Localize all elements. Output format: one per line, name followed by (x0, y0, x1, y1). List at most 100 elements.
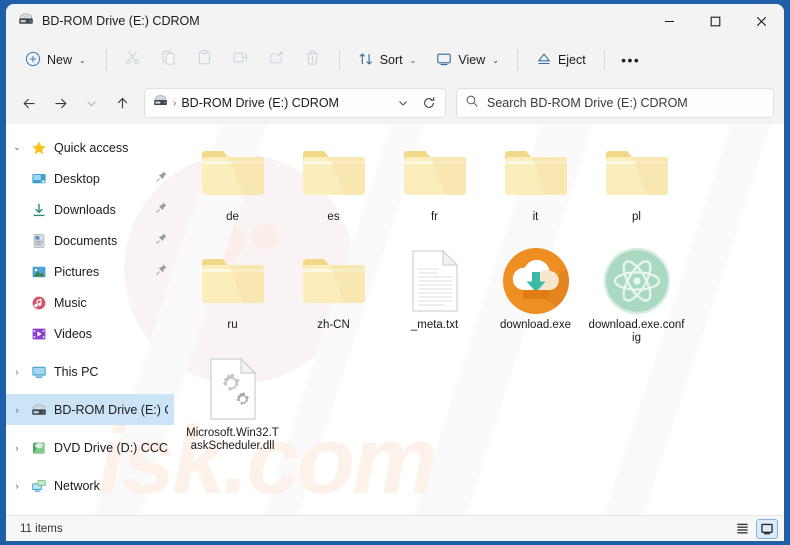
copy-button[interactable] (152, 45, 186, 75)
sidebar-item-music[interactable]: Music (6, 287, 174, 318)
folder-icon (399, 140, 471, 206)
sidebar-item-desktop[interactable]: Desktop (6, 163, 174, 194)
pin-icon[interactable] (155, 232, 168, 250)
chevron-down-icon: ⌄ (492, 55, 499, 65)
chevron-right-icon[interactable]: › (6, 481, 28, 491)
command-bar: New ⌄ Sort ⌄ View ⌄ Eject ••• (6, 38, 784, 82)
file-name: es (327, 211, 340, 223)
back-button[interactable] (14, 89, 44, 117)
file-item[interactable]: ru (182, 242, 283, 350)
music-icon (28, 295, 50, 311)
sidebar-item-label: BD-ROM Drive (E:) CDROM (54, 402, 168, 417)
paste-button[interactable] (188, 45, 222, 75)
details-view-toggle[interactable] (731, 519, 753, 539)
sidebar-item-dvd-drive[interactable]: › DVD Drive (D:) CCCOMA_X64FRE (6, 432, 174, 463)
clipboard-icon (196, 49, 213, 71)
sidebar-item-downloads[interactable]: Downloads (6, 194, 174, 225)
pictures-icon (28, 264, 50, 280)
address-bar-actions (391, 91, 441, 115)
optical-disc-icon (18, 11, 34, 32)
large-icons-view-toggle[interactable] (756, 518, 778, 539)
star-icon (28, 140, 50, 156)
documents-icon (28, 233, 50, 249)
file-item[interactable]: download.exe (485, 242, 586, 350)
folder-icon (197, 248, 269, 314)
breadcrumb-current[interactable]: BD-ROM Drive (E:) CDROM (181, 96, 339, 110)
minimize-button[interactable] (646, 4, 692, 38)
sidebar-item-this-pc[interactable]: › This PC (6, 356, 174, 387)
pin-icon[interactable] (155, 263, 168, 281)
chevron-down-icon[interactable]: ⌄ (6, 142, 28, 153)
more-options-button[interactable]: ••• (614, 45, 648, 75)
text-file-icon (399, 248, 471, 314)
window-controls (646, 4, 784, 38)
breadcrumb-separator: › (173, 97, 177, 109)
chevron-down-icon: ⌄ (409, 55, 417, 65)
refresh-button[interactable] (417, 91, 441, 115)
recent-locations-button[interactable] (76, 89, 106, 117)
address-bar[interactable]: › BD-ROM Drive (E:) CDROM (144, 88, 446, 118)
close-button[interactable] (738, 4, 784, 38)
scissors-icon (124, 49, 141, 71)
file-list-view[interactable]: de es fr it pl ru zh-CN _meta.txt downlo… (174, 124, 784, 515)
pin-icon[interactable] (155, 201, 168, 219)
search-box[interactable]: Search BD-ROM Drive (E:) CDROM (456, 88, 774, 118)
file-item[interactable]: fr (384, 134, 485, 242)
file-item[interactable]: es (283, 134, 384, 242)
file-item[interactable]: zh-CN (283, 242, 384, 350)
file-name: download.exe.config (588, 319, 685, 344)
sidebar-item-label: DVD Drive (D:) CCCOMA_X64FRE (54, 440, 168, 455)
file-item[interactable]: download.exe.config (586, 242, 687, 350)
search-icon (465, 94, 479, 113)
forward-button[interactable] (45, 89, 75, 117)
file-name: ru (227, 319, 238, 331)
eject-button[interactable]: Eject (527, 45, 595, 75)
copy-icon (160, 49, 177, 71)
maximize-button[interactable] (692, 4, 738, 38)
file-item[interactable]: _meta.txt (384, 242, 485, 350)
folder-icon (601, 140, 673, 206)
sidebar-item-label: Videos (54, 326, 92, 341)
atom-config-icon (601, 247, 673, 315)
sidebar-item-label: Documents (54, 233, 118, 248)
search-input[interactable]: Search BD-ROM Drive (E:) CDROM (487, 96, 688, 110)
up-button[interactable] (107, 89, 137, 117)
sidebar-item-label: Music (54, 295, 87, 310)
sort-button-label: Sort (379, 53, 403, 67)
this-pc-icon (28, 364, 50, 380)
sidebar-item-quick-access[interactable]: ⌄ Quick access (6, 132, 174, 163)
file-item[interactable]: Microsoft.Win32.TaskScheduler.dll (182, 350, 283, 458)
sort-arrows-icon (358, 51, 374, 70)
file-item[interactable]: it (485, 134, 586, 242)
sidebar-item-documents[interactable]: Documents (6, 225, 174, 256)
new-button[interactable]: New ⌄ (16, 45, 95, 75)
folder-icon (197, 140, 269, 206)
title-bar-left: BD-ROM Drive (E:) CDROM (6, 11, 200, 32)
folder-icon (298, 140, 370, 206)
share-button[interactable] (260, 45, 294, 75)
sort-button[interactable]: Sort ⌄ (349, 45, 426, 75)
folder-icon (298, 248, 370, 314)
sidebar-item-bd-rom-drive[interactable]: › BD-ROM Drive (E:) CDROM (6, 394, 174, 425)
delete-button[interactable] (296, 45, 330, 75)
chevron-right-icon[interactable]: › (6, 405, 28, 415)
chevron-right-icon[interactable]: › (6, 443, 28, 453)
address-dropdown-button[interactable] (391, 91, 415, 115)
rename-button[interactable] (224, 45, 258, 75)
sidebar-item-network[interactable]: › Network (6, 470, 174, 501)
title-bar: BD-ROM Drive (E:) CDROM (6, 4, 784, 38)
sidebar-item-label: Desktop (54, 171, 100, 186)
sidebar-item-videos[interactable]: Videos (6, 318, 174, 349)
explorer-body: isk.com ⌄ Quick access Desktop Downloads… (6, 124, 784, 515)
chevron-right-icon[interactable]: › (6, 367, 28, 377)
file-name: pl (632, 211, 641, 223)
pin-icon[interactable] (155, 170, 168, 188)
sidebar-item-label: Downloads (54, 202, 116, 217)
rename-icon (232, 49, 249, 71)
file-item[interactable]: de (182, 134, 283, 242)
cut-button[interactable] (116, 45, 150, 75)
file-item[interactable]: pl (586, 134, 687, 242)
sidebar-item-label: This PC (54, 364, 99, 379)
sidebar-item-pictures[interactable]: Pictures (6, 256, 174, 287)
view-button[interactable]: View ⌄ (427, 45, 508, 75)
